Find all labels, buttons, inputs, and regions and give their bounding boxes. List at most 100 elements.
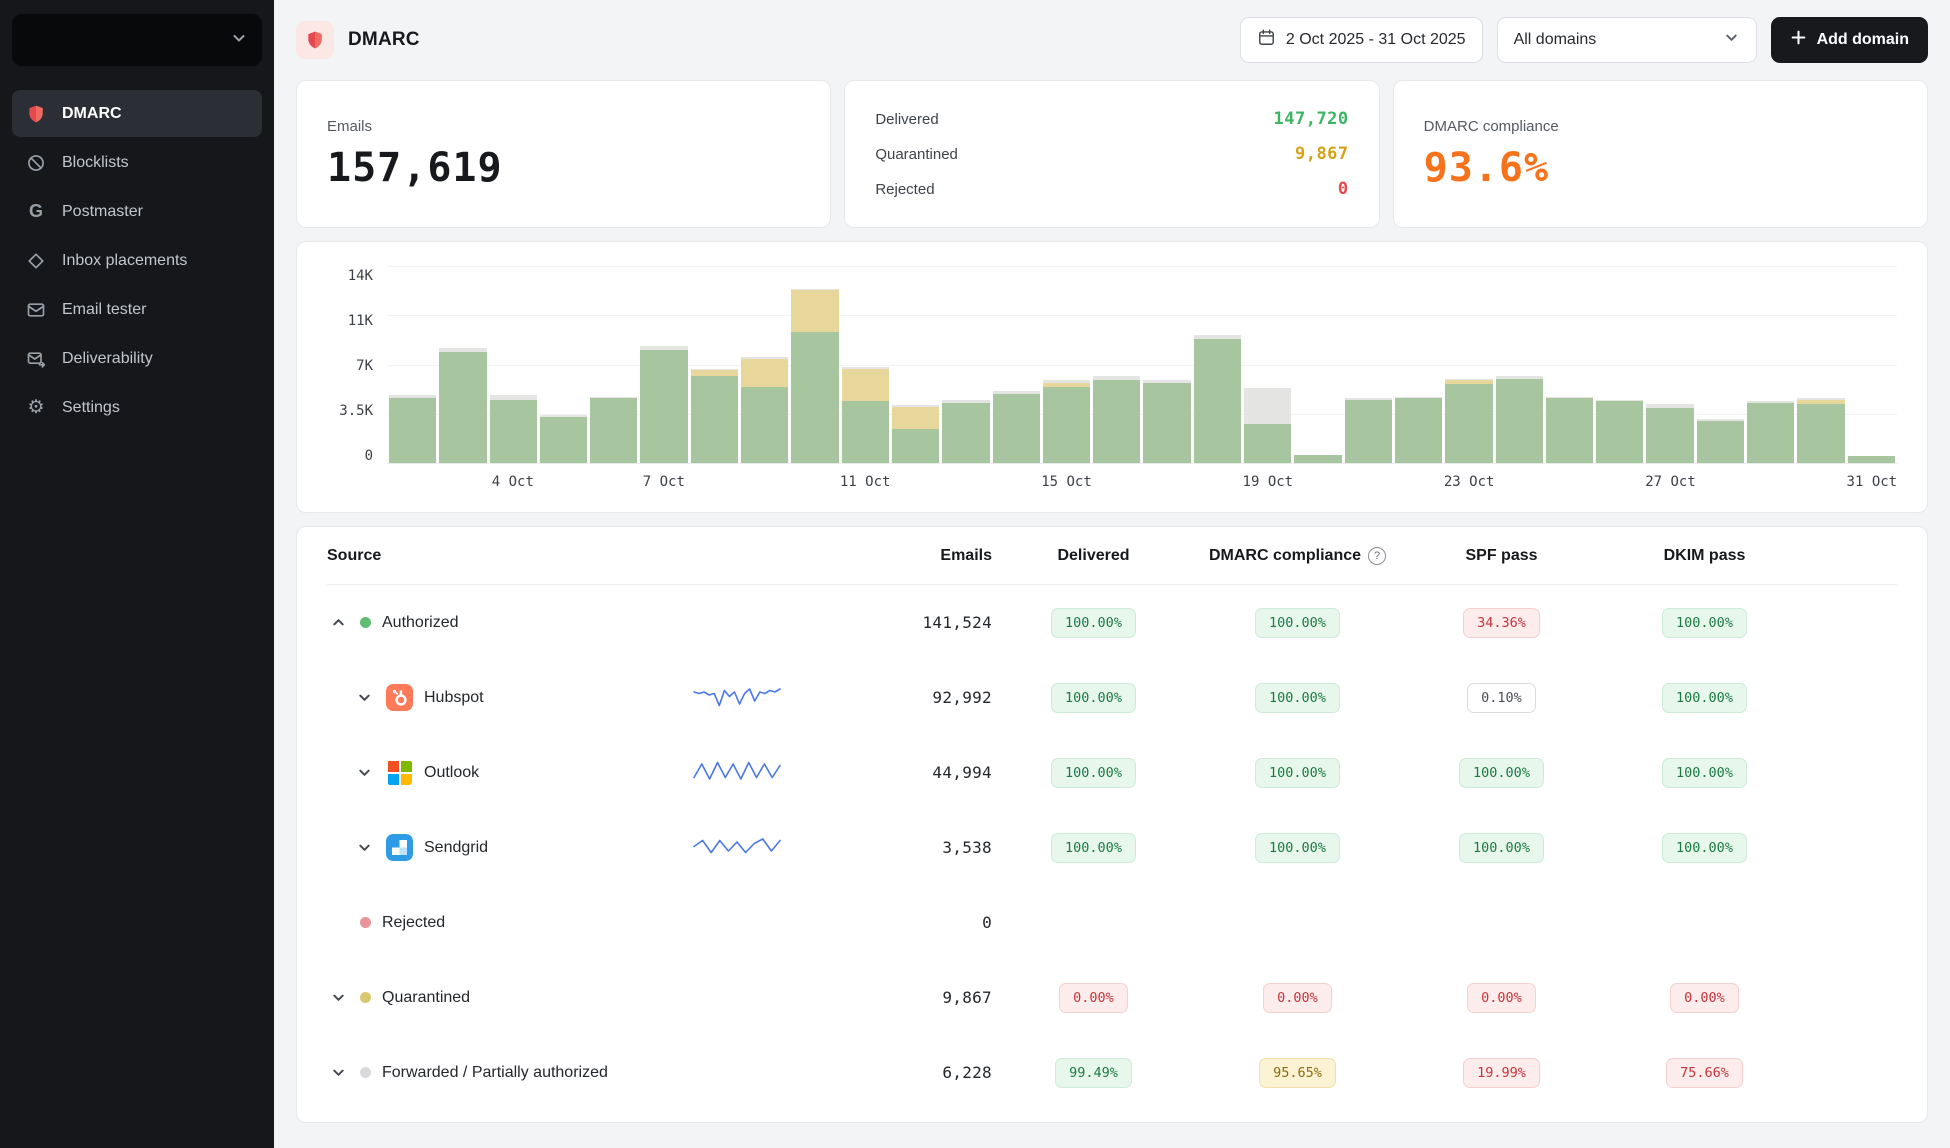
emails-label: Emails <box>327 118 800 135</box>
outlook-icon <box>386 759 413 786</box>
spf-badge: 19.99% <box>1463 1058 1540 1088</box>
breakdown-value: 147,720 <box>1274 109 1349 129</box>
emails-total-value: 157,619 <box>327 145 800 191</box>
status-dot <box>360 617 371 628</box>
sidebar-item-dmarc[interactable]: DMARC <box>12 90 262 137</box>
x-tick-label: 19 Oct <box>1243 474 1294 490</box>
sidebar-item-label: Deliverability <box>62 350 153 368</box>
chevron-down-icon <box>230 29 248 52</box>
chart-bar <box>842 266 889 463</box>
status-dot <box>360 1067 371 1078</box>
status-dot <box>360 992 371 1003</box>
chevron-up-icon[interactable] <box>327 612 349 634</box>
google-icon: G <box>24 200 48 224</box>
dkim-cell: 75.66% <box>1603 1058 1806 1088</box>
sidebar-item-blocklists[interactable]: Blocklists <box>12 139 262 186</box>
source-name: Rejected <box>382 914 445 932</box>
spf-badge: 34.36% <box>1463 608 1540 638</box>
column-header-emails: Emails <box>877 547 992 565</box>
workspace-selector[interactable] <box>12 14 262 66</box>
chart-bar <box>741 266 788 463</box>
source-cell: Hubspot <box>327 684 692 711</box>
add-domain-label: Add domain <box>1817 31 1909 49</box>
emails-count: 3,538 <box>877 838 992 857</box>
sidebar-item-settings[interactable]: ⚙Settings <box>12 384 262 431</box>
column-header-spf-pass: SPF pass <box>1400 547 1603 565</box>
chevron-down-icon[interactable] <box>353 837 375 859</box>
breakdown-row: Rejected0 <box>875 179 1348 199</box>
table-row[interactable]: Sendgrid3,538100.00%100.00%100.00%100.00… <box>327 810 1897 885</box>
delivered-cell: 100.00% <box>992 683 1195 713</box>
chart-bar <box>993 266 1040 463</box>
sidebar-item-label: Email tester <box>62 301 146 319</box>
volume-sparkline <box>692 683 782 713</box>
dkim-cell: 100.00% <box>1603 758 1806 788</box>
sidebar: DMARC BlocklistsGPostmasterInbox placemen… <box>0 0 274 1148</box>
table-row[interactable]: Forwarded / Partially authorized6,22899.… <box>327 1035 1897 1110</box>
add-domain-button[interactable]: Add domain <box>1771 17 1928 63</box>
breakdown-value: 9,867 <box>1295 144 1349 164</box>
spf-badge: 0.00% <box>1467 983 1536 1013</box>
chevron-down-icon[interactable] <box>327 987 349 1009</box>
chevron-down-icon[interactable] <box>327 1062 349 1084</box>
mail-send-icon <box>24 347 48 371</box>
dmarc-badge: 100.00% <box>1255 758 1340 788</box>
date-range-button[interactable]: 2 Oct 2025 - 31 Oct 2025 <box>1240 17 1483 63</box>
delivered-cell: 100.00% <box>992 833 1195 863</box>
dmarc-badge: 95.65% <box>1259 1058 1336 1088</box>
source-name: Sendgrid <box>424 839 488 857</box>
table-row[interactable]: Authorized141,524100.00%100.00%34.36%100… <box>327 585 1897 660</box>
sparkline-cell <box>692 683 877 713</box>
chart-bar <box>1143 266 1190 463</box>
breakdown-row: Quarantined9,867 <box>875 144 1348 164</box>
table-row[interactable]: Hubspot92,992100.00%100.00%0.10%100.00% <box>327 660 1897 735</box>
table-row[interactable]: Outlook44,994100.00%100.00%100.00%100.00… <box>327 735 1897 810</box>
chevron-down-icon[interactable] <box>353 687 375 709</box>
compliance-label: DMARC compliance <box>1424 118 1897 135</box>
source-cell: Authorized <box>327 612 692 634</box>
dmarc-badge: 100.00% <box>1255 683 1340 713</box>
sidebar-item-postmaster[interactable]: GPostmaster <box>12 188 262 235</box>
table-row[interactable]: Quarantined9,8670.00%0.00%0.00%0.00% <box>327 960 1897 1035</box>
sidebar-item-label: DMARC <box>62 105 122 123</box>
info-icon[interactable]: ? <box>1368 547 1386 565</box>
calendar-icon <box>1257 28 1276 52</box>
table-row: Rejected0 <box>327 885 1897 960</box>
sparkline-cell <box>692 833 877 863</box>
dmarc-cell: 0.00% <box>1195 983 1400 1013</box>
x-tick-label: 4 Oct <box>492 474 534 490</box>
blocked-icon <box>24 151 48 175</box>
chart-bar <box>791 266 838 463</box>
sidebar-item-label: Settings <box>62 399 120 417</box>
dmarc-cell: 100.00% <box>1195 833 1400 863</box>
stats-row: Emails 157,619 Delivered147,720Quarantin… <box>296 80 1928 228</box>
table-body: Authorized141,524100.00%100.00%34.36%100… <box>327 585 1897 1110</box>
spf-cell: 0.00% <box>1400 983 1603 1013</box>
y-tick-label: 7K <box>356 358 373 374</box>
chevron-down-icon[interactable] <box>353 762 375 784</box>
chart-y-axis: 14K11K7K3.5K0 <box>321 268 373 464</box>
chart-bar <box>1445 266 1492 463</box>
y-tick-label: 3.5K <box>339 403 373 419</box>
placement-icon <box>24 249 48 273</box>
compliance-value: 93.6% <box>1424 145 1897 191</box>
source-name: Outlook <box>424 764 479 782</box>
sidebar-nav: DMARC BlocklistsGPostmasterInbox placemen… <box>12 90 262 433</box>
chart-bar <box>1848 266 1895 463</box>
sidebar-item-inbox-placements[interactable]: Inbox placements <box>12 237 262 284</box>
sidebar-item-email-tester[interactable]: Email tester <box>12 286 262 333</box>
chart-bar <box>1194 266 1241 463</box>
dmarc-cell: 100.00% <box>1195 608 1400 638</box>
delivered-cell: 99.49% <box>992 1058 1195 1088</box>
domain-filter-select[interactable]: All domains <box>1497 17 1757 63</box>
delivered-badge: 100.00% <box>1051 683 1136 713</box>
chevron-spacer <box>327 912 349 934</box>
emails-total-card: Emails 157,619 <box>296 80 831 228</box>
delivered-badge: 100.00% <box>1051 608 1136 638</box>
volume-sparkline <box>692 833 782 863</box>
y-tick-label: 14K <box>348 268 373 284</box>
source-cell: Rejected <box>327 912 692 934</box>
chart-bar <box>1093 266 1140 463</box>
sidebar-item-deliverability[interactable]: Deliverability <box>12 335 262 382</box>
breakdown-value: 0 <box>1338 179 1349 199</box>
